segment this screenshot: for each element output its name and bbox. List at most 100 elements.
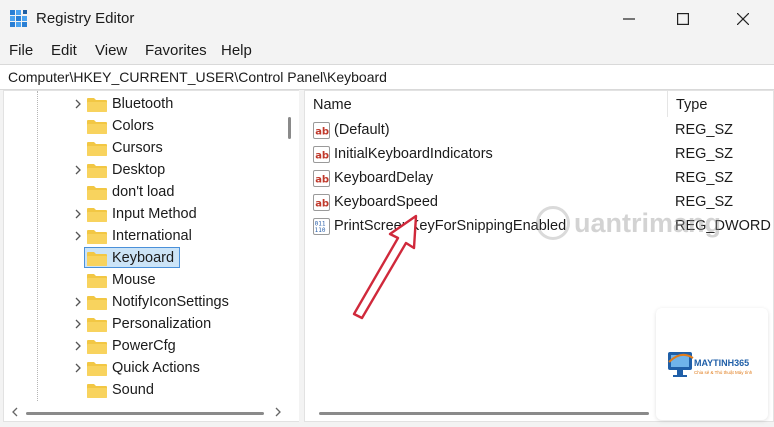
svg-text:ab: ab	[315, 151, 329, 162]
value-row[interactable]: ab InitialKeyboardIndicators REG_SZ	[305, 142, 773, 166]
tree-item[interactable]: Quick Actions	[4, 357, 284, 379]
folder-icon	[87, 186, 107, 200]
chevron-right-icon[interactable]	[72, 98, 84, 110]
folder-icon	[87, 362, 107, 376]
tree-item[interactable]: Desktop	[4, 159, 284, 181]
value-type: REG_SZ	[675, 146, 734, 162]
binary-value-icon: 011110	[313, 218, 330, 235]
folder-icon	[87, 274, 107, 288]
svg-text:ab: ab	[315, 199, 329, 210]
maximize-button[interactable]	[660, 0, 706, 38]
tree-item-label: Sound	[112, 382, 154, 398]
window-title: Registry Editor	[36, 10, 135, 27]
tree-item[interactable]: Bluetooth	[4, 93, 284, 115]
folder-icon	[87, 142, 107, 156]
watermark-logo-icon	[536, 206, 570, 240]
column-header-type[interactable]: Type	[668, 91, 772, 117]
menu-help[interactable]: Help	[221, 42, 252, 59]
tree-item-label: Bluetooth	[112, 96, 174, 112]
value-type: REG_SZ	[675, 122, 734, 138]
folder-icon	[87, 296, 107, 310]
tree-item[interactable]: Mouse	[4, 269, 284, 291]
folder-icon	[87, 230, 107, 244]
close-icon	[737, 13, 749, 25]
svg-text:110: 110	[315, 227, 326, 234]
tree-item-label: Cursors	[112, 140, 163, 156]
key-tree-pane[interactable]: Bluetooth Colors Cursors Desktop don't load I…	[3, 90, 300, 422]
watermark-text: uantrimang	[574, 208, 722, 238]
list-horizontal-scrollbar[interactable]	[319, 412, 649, 415]
scroll-right-icon[interactable]	[274, 407, 282, 417]
tree-item[interactable]: Cursors	[4, 137, 284, 159]
value-row[interactable]: ab KeyboardDelay REG_SZ	[305, 166, 773, 190]
folder-icon	[87, 164, 107, 178]
folder-icon	[87, 208, 107, 222]
string-value-icon: ab	[313, 170, 330, 187]
scroll-left-icon[interactable]	[11, 407, 19, 417]
tree-item-label: Personalization	[112, 316, 212, 332]
tree-item[interactable]: Sound	[4, 379, 284, 401]
address-bar[interactable]: Computer\HKEY_CURRENT_USER\Control Panel…	[0, 64, 774, 90]
folder-icon	[87, 120, 107, 134]
menu-edit[interactable]: Edit	[51, 42, 77, 59]
tree-item[interactable]: don't load	[4, 181, 284, 203]
folder-icon	[87, 98, 107, 112]
tree-item-label: Mouse	[112, 272, 156, 288]
menu-file[interactable]: File	[9, 42, 33, 59]
string-value-icon: ab	[313, 194, 330, 211]
folder-icon	[87, 318, 107, 332]
chevron-right-icon[interactable]	[72, 164, 84, 176]
tree-horizontal-scrollbar[interactable]	[26, 412, 264, 415]
value-type: REG_SZ	[675, 170, 734, 186]
folder-icon	[87, 340, 107, 354]
folder-icon	[87, 252, 107, 266]
value-name: InitialKeyboardIndicators	[334, 146, 493, 162]
tree-item[interactable]: PowerCfg	[4, 335, 284, 357]
maximize-icon	[677, 13, 689, 25]
monitor-logo-icon	[668, 352, 694, 377]
badge-brand-text: MAYTINH365	[694, 358, 750, 368]
chevron-right-icon[interactable]	[72, 362, 84, 374]
minimize-icon	[623, 18, 635, 20]
badge-tagline: Chia sẻ & Thủ thuật Máy tính	[694, 370, 753, 375]
string-value-icon: ab	[313, 146, 330, 163]
brand-badge: MAYTINH365 Chia sẻ & Thủ thuật Máy tính	[656, 308, 768, 420]
annotation-arrow-icon	[352, 214, 418, 320]
column-header-name[interactable]: Name	[305, 91, 668, 117]
menu-favorites[interactable]: Favorites	[145, 42, 207, 59]
tree-item-label: Input Method	[112, 206, 197, 222]
tree-item-label: Keyboard	[112, 250, 175, 266]
minimize-button[interactable]	[606, 0, 652, 38]
registry-editor-icon	[10, 10, 27, 27]
chevron-right-icon[interactable]	[72, 208, 84, 220]
tree-item[interactable]: Keyboard	[4, 247, 284, 269]
tree-item-label: Desktop	[112, 162, 166, 178]
value-row[interactable]: ab (Default) REG_SZ	[305, 118, 773, 142]
tree-item-label: Colors	[112, 118, 154, 134]
tree-item[interactable]: Colors	[4, 115, 284, 137]
close-button[interactable]	[720, 0, 766, 38]
tree-item-label: International	[112, 228, 192, 244]
tree-item[interactable]: International	[4, 225, 284, 247]
tree-vertical-scrollbar[interactable]	[288, 117, 291, 139]
menu-view[interactable]: View	[95, 42, 127, 59]
tree-item[interactable]: Input Method	[4, 203, 284, 225]
tree-item[interactable]: NotifyIconSettings	[4, 291, 284, 313]
value-name: (Default)	[334, 122, 390, 138]
string-value-icon: ab	[313, 122, 330, 139]
chevron-right-icon[interactable]	[72, 230, 84, 242]
value-name: KeyboardDelay	[334, 170, 434, 186]
value-name: KeyboardSpeed	[334, 194, 438, 210]
pane-splitter[interactable]	[299, 90, 303, 422]
chevron-right-icon[interactable]	[72, 318, 84, 330]
menu-bar: File Edit View Favorites Help	[0, 38, 774, 62]
tree-item-label: don't load	[112, 184, 175, 200]
chevron-right-icon[interactable]	[72, 340, 84, 352]
chevron-right-icon[interactable]	[72, 296, 84, 308]
svg-text:ab: ab	[315, 127, 329, 138]
svg-text:ab: ab	[315, 175, 329, 186]
address-path[interactable]: Computer\HKEY_CURRENT_USER\Control Panel…	[8, 69, 387, 85]
folder-icon	[87, 384, 107, 398]
tree-item[interactable]: Personalization	[4, 313, 284, 335]
tree-item-label: NotifyIconSettings	[112, 294, 229, 310]
